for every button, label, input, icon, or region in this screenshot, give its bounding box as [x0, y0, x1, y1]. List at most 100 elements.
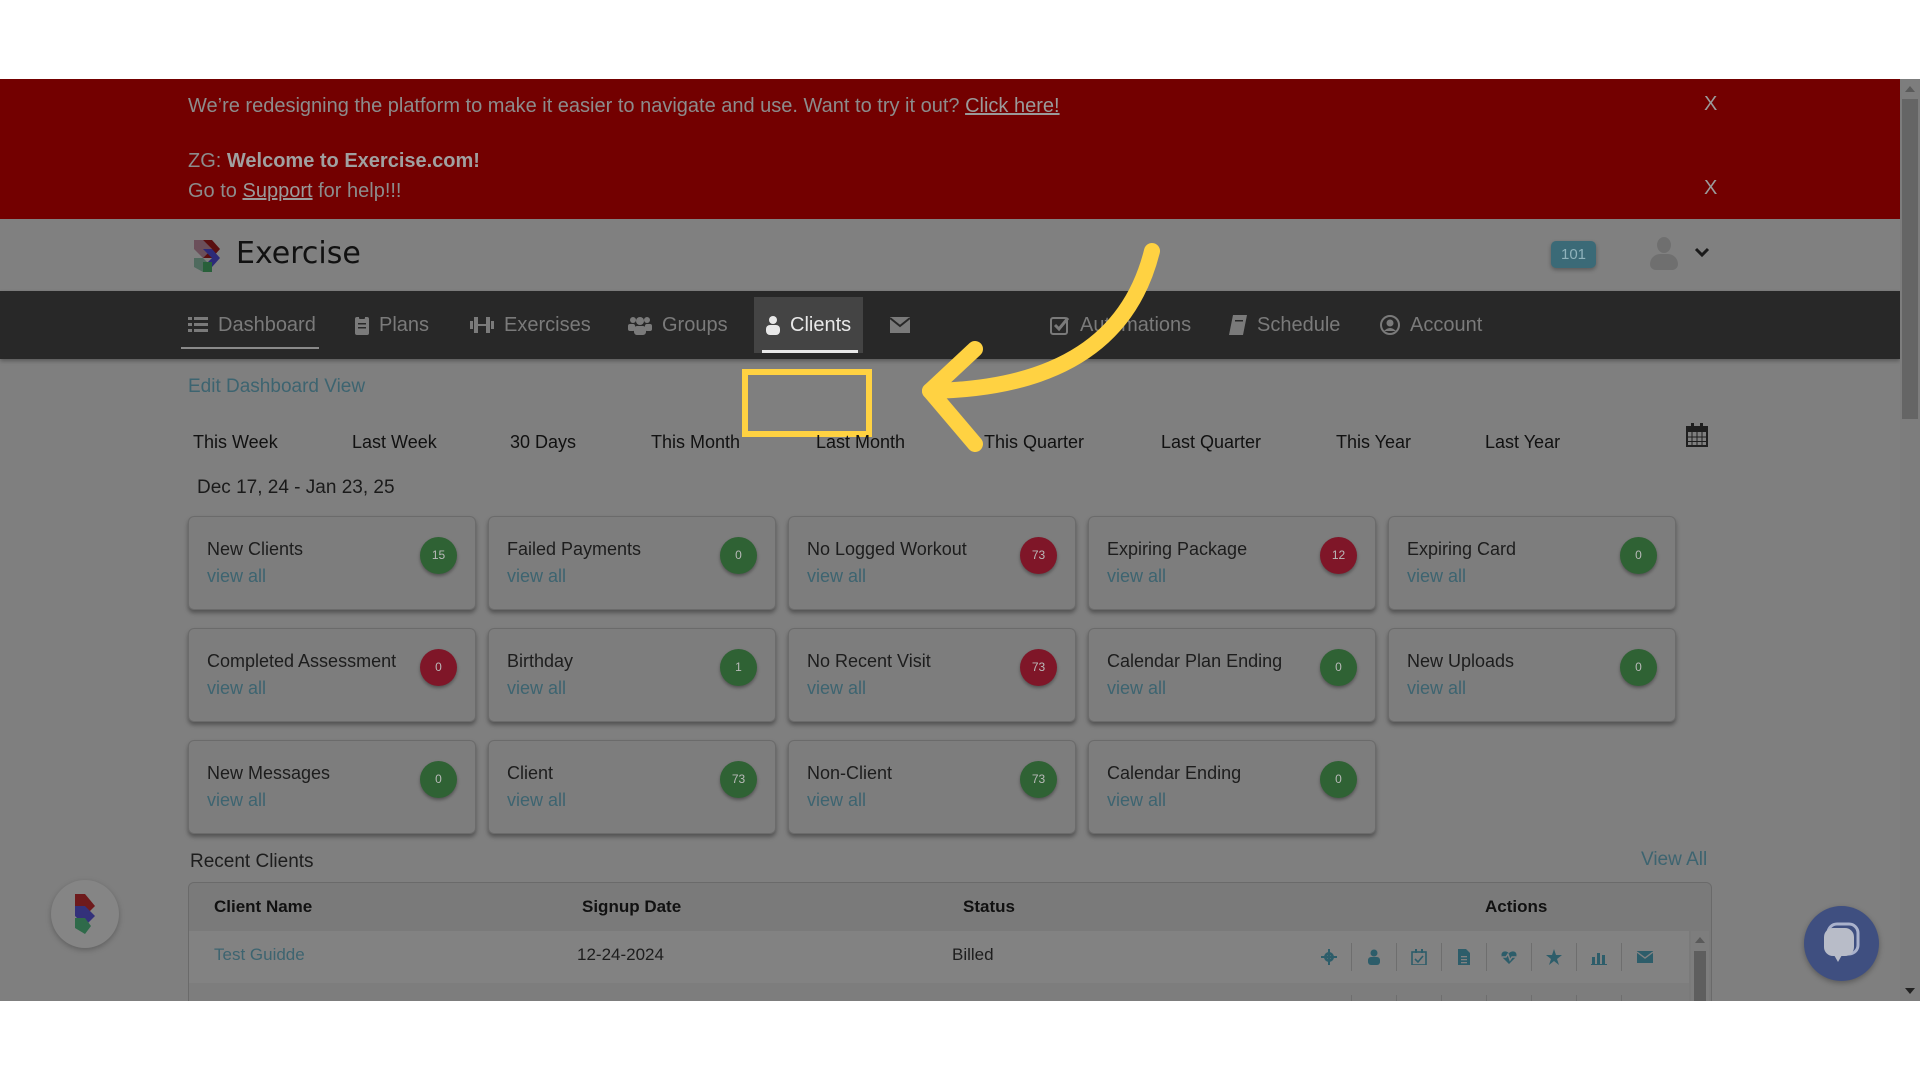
exercise-logo-icon[interactable] [190, 238, 224, 272]
action-gear-button[interactable] [1307, 943, 1352, 971]
edit-dashboard-link[interactable]: Edit Dashboard View [188, 376, 365, 398]
view-all-link[interactable]: view all [807, 566, 866, 587]
view-all-link[interactable]: view all [1407, 678, 1466, 699]
view-all-link[interactable]: view all [1407, 566, 1466, 587]
action-heartbeat-button[interactable] [1487, 995, 1532, 1001]
action-user-button[interactable] [1352, 943, 1397, 971]
scroll-thumb[interactable] [1902, 99, 1918, 419]
count-badge: 0 [420, 761, 457, 798]
range-filter-this-week[interactable]: This Week [193, 432, 278, 453]
nav-plans[interactable]: Plans [355, 291, 429, 359]
row-actions [1307, 943, 1667, 971]
view-all-clients-link[interactable]: View All [1641, 849, 1707, 871]
chevron-down-icon[interactable] [1692, 242, 1712, 262]
view-all-link[interactable]: view all [807, 790, 866, 811]
clipboard-icon [355, 315, 369, 335]
view-all-link[interactable]: view all [807, 678, 866, 699]
nav-groups[interactable]: Groups [628, 291, 728, 359]
view-all-link[interactable]: view all [207, 678, 266, 699]
view-all-link[interactable]: view all [507, 566, 566, 587]
action-bar-chart-button[interactable] [1577, 943, 1622, 971]
action-envelope-button[interactable] [1622, 995, 1667, 1001]
scroll-thumb[interactable] [1694, 951, 1706, 1001]
support-link[interactable]: Support [242, 180, 312, 202]
range-filter-last-year[interactable]: Last Year [1485, 432, 1560, 453]
nav-automations[interactable]: Automations [1050, 291, 1191, 359]
client-name-link[interactable]: Test Guidde [214, 945, 305, 965]
count-badge: 73 [720, 761, 757, 798]
card-title: Expiring Package [1107, 539, 1248, 559]
redesign-text: We’re redesigning the platform to make i… [188, 95, 966, 117]
list-icon [188, 317, 208, 332]
action-file-button[interactable] [1442, 995, 1487, 1001]
action-bar-chart-button[interactable] [1577, 995, 1622, 1001]
nav-messages[interactable] [890, 291, 920, 359]
nav-exercises[interactable]: Exercises [470, 291, 591, 359]
guide-launcher-button[interactable] [51, 880, 119, 948]
notification-badge[interactable]: 101 [1551, 241, 1596, 268]
range-filter-30-days[interactable]: 30 Days [510, 432, 576, 453]
users-icon [628, 317, 652, 335]
card-title: Calendar Plan Ending [1107, 651, 1283, 671]
chat-button[interactable] [1804, 906, 1879, 981]
card-title: New Messages [207, 763, 331, 783]
calendar-icon[interactable] [1686, 423, 1708, 447]
recent-clients-table: Client Name Signup Date Status Actions T… [188, 882, 1712, 1001]
column-header[interactable]: Status [963, 897, 1015, 917]
view-all-link[interactable]: view all [507, 678, 566, 699]
scroll-up-icon[interactable] [1905, 86, 1915, 92]
action-heartbeat-button[interactable] [1487, 943, 1532, 971]
close-redesign-button[interactable]: X [1704, 93, 1717, 116]
welcome-message: ZG: Welcome to Exercise.com! [188, 150, 480, 173]
nav-label: Plans [379, 313, 430, 336]
dashboard-card-expiring-package: Expiring Package view all 12 [1088, 516, 1376, 610]
page-scrollbar[interactable] [1900, 79, 1920, 1001]
dashboard-card-calendar-ending: Calendar Ending view all 0 [1088, 740, 1376, 834]
view-all-link[interactable]: view all [1107, 678, 1166, 699]
count-badge: 12 [1320, 537, 1357, 574]
try-redesign-link[interactable]: Click here! [965, 95, 1059, 117]
view-all-link[interactable]: view all [207, 566, 266, 587]
column-header[interactable]: Client Name [214, 897, 312, 917]
action-calendar-check-button[interactable] [1397, 995, 1442, 1001]
range-filter-last-month[interactable]: Last Month [816, 432, 905, 453]
nav-account[interactable]: Account [1380, 291, 1482, 359]
scroll-up-icon[interactable] [1695, 937, 1705, 943]
view-all-link[interactable]: view all [207, 790, 266, 811]
range-filter-last-week[interactable]: Last Week [352, 432, 437, 453]
count-badge: 1 [720, 649, 757, 686]
dashboard-card-client: Client view all 73 [488, 740, 776, 834]
range-filter-this-month[interactable]: This Month [651, 432, 740, 453]
action-gear-button[interactable] [1307, 995, 1352, 1001]
action-calendar-check-button[interactable] [1397, 943, 1442, 971]
range-filter-this-year[interactable]: This Year [1336, 432, 1411, 453]
nav-clients[interactable]: Clients [754, 297, 864, 353]
card-title: Non-Client [807, 763, 893, 783]
view-all-link[interactable]: view all [1107, 566, 1166, 587]
table-scrollbar[interactable] [1691, 931, 1709, 1001]
chat-bubble-icon [1824, 922, 1860, 962]
scroll-down-icon[interactable] [1905, 988, 1915, 994]
nav-schedule[interactable]: Schedule [1229, 291, 1340, 359]
action-star-button[interactable] [1532, 995, 1577, 1001]
page: We’re redesigning the platform to make i… [0, 79, 1900, 1001]
view-all-link[interactable]: view all [1107, 790, 1166, 811]
gear-icon [1321, 949, 1337, 965]
card-title: No Recent Visit [807, 651, 931, 671]
brand-name[interactable]: Exercise [236, 236, 361, 271]
action-envelope-button[interactable] [1622, 943, 1667, 971]
user-icon[interactable] [1650, 237, 1678, 271]
file-icon [1458, 949, 1470, 965]
range-filter-this-quarter[interactable]: This Quarter [984, 432, 1084, 453]
action-file-button[interactable] [1442, 943, 1487, 971]
range-filter-last-quarter[interactable]: Last Quarter [1161, 432, 1261, 453]
dashboard-card-no-logged-workout: No Logged Workout view all 73 [788, 516, 1076, 610]
view-all-link[interactable]: view all [507, 790, 566, 811]
nav-dashboard[interactable]: Dashboard [181, 291, 319, 359]
action-star-button[interactable] [1532, 943, 1577, 971]
action-user-button[interactable] [1352, 995, 1397, 1001]
dumbbell-icon [470, 317, 494, 333]
close-welcome-button[interactable]: X [1704, 177, 1717, 200]
column-header[interactable]: Signup Date [582, 897, 681, 917]
heartbeat-icon [1501, 951, 1517, 964]
